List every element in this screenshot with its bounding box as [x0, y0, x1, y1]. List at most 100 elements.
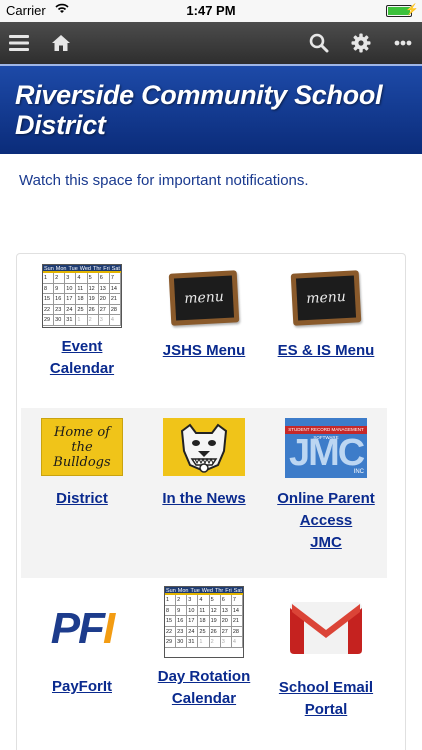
calendar-day: 3	[65, 273, 77, 284]
tile-label: In the News	[162, 490, 246, 507]
calendar-day: 15	[165, 616, 177, 627]
calendar-day: 8	[165, 605, 177, 616]
calendar-weekday: Sun	[44, 266, 54, 272]
calendar-day: 31	[65, 315, 77, 326]
app-toolbar	[0, 22, 422, 64]
calendar-header: Sun Mon Tue Wed Thr Fri Sat	[43, 265, 121, 273]
calendar-day: 29	[165, 637, 177, 648]
quick-links-grid: Sun Mon Tue Wed Thr Fri Sat 1 2 3 4 5 6 7 8 9 10 11 12 13 1…	[16, 253, 406, 750]
calendar-day: 1	[43, 273, 55, 284]
calendar-day: 27	[98, 304, 110, 315]
tile-label: School Email	[278, 679, 374, 696]
tile-es-is-menu[interactable]: menu ES & IS Menu	[265, 258, 387, 408]
tile-event-calendar[interactable]: Sun Mon Tue Wed Thr Fri Sat 1 2 3 4 5 6 7 8 9 10 11 12 13 1…	[21, 258, 143, 408]
clock: 1:47 PM	[186, 3, 236, 18]
page-title: Riverside Community School District	[15, 80, 383, 140]
more-icon[interactable]	[384, 22, 422, 64]
calendar-day: 2	[176, 595, 188, 606]
tile-label: Day Rotation	[157, 668, 251, 685]
calendar-day: 18	[198, 616, 210, 627]
tile-online-parent-access[interactable]: STUDENT RECORD MANAGEMENT SOFTWARE JMC I…	[265, 408, 387, 578]
calendar-days: 1 2 3 4 5 6 7 8 9 10 11 12 13 14 15 16 17 18 19 20 21 22 23 24 2…	[165, 595, 243, 648]
notification-text: Watch this space for important notificat…	[19, 172, 309, 189]
calendar-day: 13	[98, 283, 110, 294]
calendar-day: 1	[165, 595, 177, 606]
tile-label: Calendar	[171, 690, 237, 707]
calendar-day: 28	[231, 626, 243, 637]
calendar-header: Sun Mon Tue Wed Thr Fri Sat	[165, 587, 243, 595]
tile-label: Access	[299, 512, 353, 529]
calendar-day: 4	[109, 315, 121, 326]
calendar-day: 31	[187, 637, 199, 648]
district-banner: Riverside Community School District	[0, 64, 422, 154]
calendar-day: 27	[220, 626, 232, 637]
tile-label: Online Parent	[277, 490, 375, 507]
calendar-weekday: Wed	[79, 266, 91, 272]
calendar-day: 2	[54, 273, 66, 284]
calendar-day: 18	[76, 294, 88, 305]
search-icon[interactable]	[300, 22, 338, 64]
calendar-day: 23	[54, 304, 66, 315]
jmc-logo: STUDENT RECORD MANAGEMENT SOFTWARE JMC I…	[285, 418, 367, 478]
calendar-day: 30	[54, 315, 66, 326]
tile-school-email-portal[interactable]: School Email Portal	[265, 578, 387, 750]
calendar-day: 4	[231, 637, 243, 648]
calendar-weekday: Sat	[233, 588, 242, 594]
calendar-day: 30	[176, 637, 188, 648]
menu-icon[interactable]	[0, 22, 38, 64]
calendar-day: 21	[231, 616, 243, 627]
calendar-weekday: Mon	[177, 588, 189, 594]
calendar-day: 4	[76, 273, 88, 284]
calendar-day: 3	[98, 315, 110, 326]
chalkboard-menu-icon: menu	[290, 270, 362, 326]
calendar-day: 4	[198, 595, 210, 606]
tile-label: JSHS Menu	[162, 342, 246, 359]
calendar-day: 17	[187, 616, 199, 627]
calendar-day: 10	[187, 605, 199, 616]
calendar-day: 26	[209, 626, 221, 637]
chalkboard-menu-icon: menu	[168, 270, 240, 326]
calendar-day: 1	[76, 315, 88, 326]
calendar-day: 10	[65, 283, 77, 294]
calendar-day: 25	[198, 626, 210, 637]
calendar-day: 28	[109, 304, 121, 315]
calendar-weekday: Sat	[111, 266, 120, 272]
calendar-day: 11	[198, 605, 210, 616]
calendar-day: 12	[87, 283, 99, 294]
calendar-day: 20	[98, 294, 110, 305]
home-icon[interactable]	[42, 22, 80, 64]
calendar-day: 3	[187, 595, 199, 606]
calendar-day: 26	[87, 304, 99, 315]
calendar-day: 9	[54, 283, 66, 294]
calendar-day: 22	[43, 304, 55, 315]
calendar-day: 5	[87, 273, 99, 284]
calendar-weekday: Tue	[68, 266, 78, 272]
tile-payforit[interactable]: PFI PayForIt	[21, 578, 143, 750]
calendar-weekday: Tue	[190, 588, 200, 594]
tile-in-the-news[interactable]: In the News	[143, 408, 265, 578]
calendar-icon: Sun Mon Tue Wed Thr Fri Sat 1 2 3 4 5 6 7 8 9 10 11 12 13 1…	[42, 264, 122, 328]
calendar-day: 7	[109, 273, 121, 284]
calendar-day: 29	[43, 315, 55, 326]
calendar-day: 19	[87, 294, 99, 305]
tile-district[interactable]: Home of the Bulldogs District	[21, 408, 143, 578]
tile-jshs-menu[interactable]: menu JSHS Menu	[143, 258, 265, 408]
tile-day-rotation-calendar[interactable]: Sun Mon Tue Wed Thr Fri Sat 1 2 3 4 5 6 7 8 9 10 11 12 13 1…	[143, 578, 265, 750]
payforit-logo: PFI	[50, 604, 116, 653]
gear-icon[interactable]	[342, 22, 380, 64]
calendar-day: 24	[65, 304, 77, 315]
calendar-weekday: Wed	[201, 588, 213, 594]
calendar-weekday: Sun	[166, 588, 176, 594]
calendar-day: 1	[198, 637, 210, 648]
bulldog-mascot-icon	[163, 418, 245, 476]
calendar-day: 6	[98, 273, 110, 284]
charging-icon: ⚡	[405, 4, 419, 16]
calendar-weekday: Thr	[215, 588, 224, 594]
tile-label: Portal	[304, 701, 348, 718]
calendar-day: 12	[209, 605, 221, 616]
calendar-day: 8	[43, 283, 55, 294]
calendar-day: 19	[209, 616, 221, 627]
calendar-day: 21	[109, 294, 121, 305]
calendar-day: 24	[187, 626, 199, 637]
tile-label: Calendar	[49, 360, 115, 377]
